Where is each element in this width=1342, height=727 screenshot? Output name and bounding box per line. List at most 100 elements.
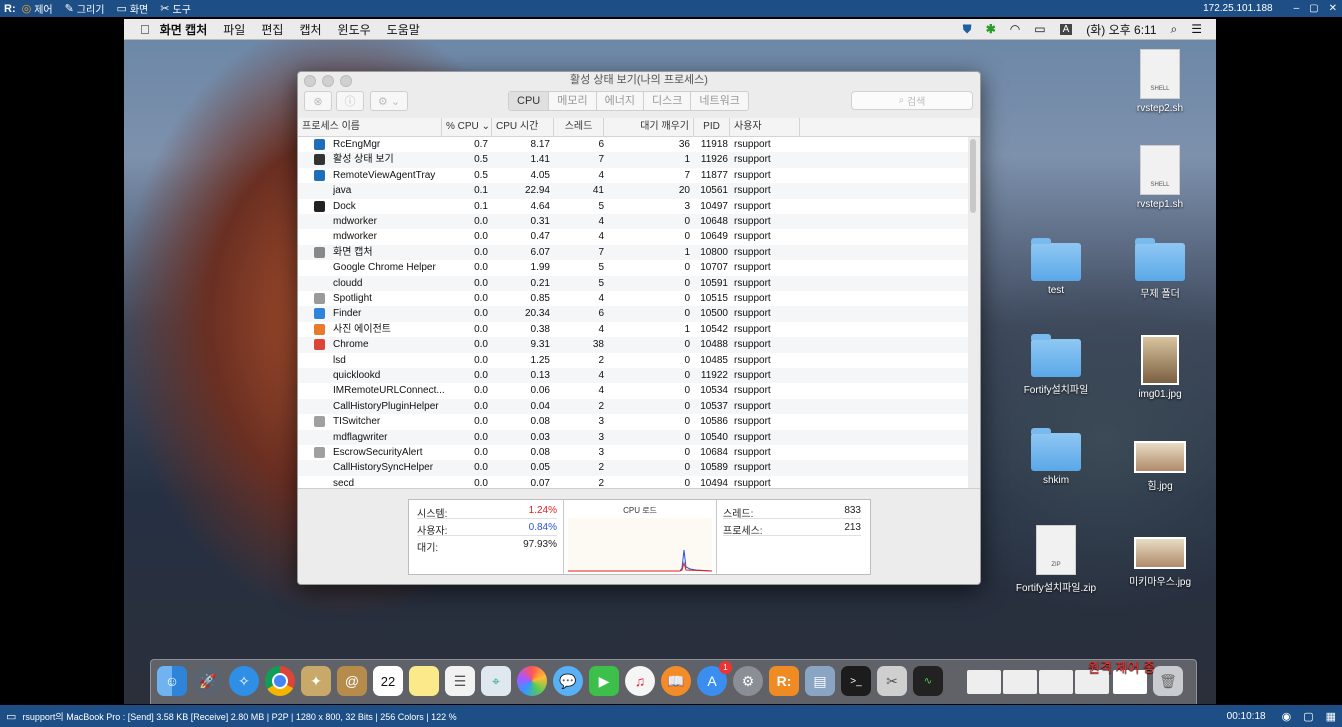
maximize-button[interactable]: ▢ [1309, 3, 1318, 14]
tab-energy[interactable]: 에너지 [595, 92, 643, 110]
zoom-traffic-light[interactable] [340, 75, 352, 87]
list-icon[interactable]: ☰ [1191, 22, 1202, 36]
table-row[interactable]: TISwitcher 0.0 0.08 3 0 10586 rsupport [298, 414, 968, 429]
screenshot-icon[interactable]: ✂ [877, 666, 907, 696]
table-row[interactable]: EscrowSecurityAlert 0.0 0.08 3 0 10684 rsuppor… [298, 445, 968, 460]
desktop-folder-fortify[interactable]: Fortify설치파일 [1011, 334, 1101, 396]
toolbar-draw-button[interactable]: ✎ 그리기 [65, 1, 105, 16]
minimize-button[interactable]: – [1294, 3, 1300, 14]
calendar-icon[interactable]: 22 [373, 666, 403, 696]
tab-cpu[interactable]: CPU [509, 92, 549, 110]
minimize-traffic-light[interactable] [322, 75, 334, 87]
desktop-file-fortify-zip[interactable]: ZIP Fortify설치파일.zip [1011, 525, 1101, 594]
table-row[interactable]: RemoteViewAgentTray 0.5 4.05 4 7 11877 rsuppor… [298, 168, 968, 183]
menu-edit[interactable]: 편집 [261, 21, 283, 38]
activity-monitor-icon[interactable]: ∿ [913, 666, 943, 696]
info-button[interactable]: ⓘ [336, 91, 364, 111]
scrollbar[interactable] [970, 139, 976, 213]
remote-screen[interactable]:  화면 캡처 파일 편집 캡처 윈도우 도움말 ⛊ ✱ ◠ ▭ A (화) 오… [124, 19, 1216, 704]
camera-icon[interactable]: ◉ [1282, 710, 1292, 723]
minimized-window-icon[interactable] [1003, 670, 1037, 694]
stop-process-button[interactable]: ⊗ [304, 91, 332, 111]
close-traffic-light[interactable] [304, 75, 316, 87]
tab-memory[interactable]: 메모리 [548, 92, 595, 110]
wifi-icon[interactable]: ◠ [1010, 22, 1020, 36]
reminders-icon[interactable]: ☰ [445, 666, 475, 696]
battery-icon[interactable]: ▭ [1034, 22, 1045, 36]
messages-icon[interactable]: 💬 [553, 666, 583, 696]
table-row[interactable]: RcEngMgr 0.7 8.17 6 36 11918 rsupport [298, 137, 968, 152]
system-preferences-icon[interactable]: ⚙ [733, 666, 763, 696]
asterisk-icon[interactable]: ✱ [986, 22, 996, 36]
table-row[interactable]: mdworker 0.0 0.31 4 0 10648 rsupport [298, 214, 968, 230]
column-process-name[interactable]: 프로세스 이름 [298, 118, 442, 136]
table-row[interactable]: mdworker 0.0 0.47 4 0 10649 rsupport [298, 229, 968, 244]
desktop-image-img01[interactable]: img01.jpg [1115, 335, 1205, 400]
column-cpu[interactable]: % CPU ⌄ [442, 118, 492, 136]
column-cpu-time[interactable]: CPU 시간 [492, 118, 554, 136]
desktop-image-him[interactable]: 힘.jpg [1115, 441, 1205, 492]
window-icon[interactable]: ▢ [1303, 710, 1313, 723]
finder-icon[interactable]: ☺ [157, 666, 187, 696]
column-pid[interactable]: PID [694, 118, 730, 136]
desktop-image-mickey[interactable]: 미키마우스.jpg [1115, 537, 1205, 588]
table-row[interactable]: IMRemoteURLConnect... 0.0 0.06 4 0 10534 rsupp… [298, 383, 968, 398]
terminal-icon[interactable]: >_ [841, 666, 871, 696]
table-row[interactable]: secd 0.0 0.07 2 0 10494 rsupport [298, 476, 968, 488]
column-idle-wakeups[interactable]: 대기 깨우기 [604, 118, 694, 136]
contacts-icon[interactable]: @ [337, 666, 367, 696]
tab-disk[interactable]: 디스크 [642, 92, 690, 110]
table-row[interactable]: Finder 0.0 20.34 6 0 10500 rsupport [298, 306, 968, 322]
facetime-icon[interactable]: ▶ [589, 666, 619, 696]
desktop-folder-shkim[interactable]: shkim [1011, 428, 1101, 486]
notes-icon[interactable] [409, 666, 439, 696]
minimized-window-icon[interactable] [1039, 670, 1073, 694]
desktop-folder-test[interactable]: test [1011, 238, 1101, 296]
table-row[interactable]: CallHistorySyncHelper 0.0 0.05 2 0 10589 rsupp… [298, 460, 968, 476]
table-row[interactable]: java 0.1 22.94 41 20 10561 rsupport [298, 183, 968, 199]
safari-icon[interactable]: ✧ [229, 666, 259, 696]
table-row[interactable]: cloudd 0.0 0.21 5 0 10591 rsupport [298, 275, 968, 291]
menu-window[interactable]: 윈도우 [338, 21, 371, 38]
table-row[interactable]: Google Chrome Helper 0.0 1.99 5 0 10707 rsuppo… [298, 260, 968, 275]
maps-icon[interactable]: ⌖ [481, 666, 511, 696]
itunes-icon[interactable]: ♫ [625, 666, 655, 696]
table-row[interactable]: Chrome 0.0 9.31 38 0 10488 rsupport [298, 337, 968, 353]
tab-network[interactable]: 네트워크 [690, 92, 747, 110]
table-row[interactable]: Dock 0.1 4.64 5 3 10497 rsupport [298, 199, 968, 214]
table-row[interactable]: Spotlight 0.0 0.85 4 0 10515 rsupport [298, 291, 968, 306]
minimized-window-icon[interactable] [967, 670, 1001, 694]
photos-icon[interactable] [517, 666, 547, 696]
desktop-folder-untitled[interactable]: 무제 폴더 [1115, 238, 1205, 300]
apple-icon[interactable]:  [140, 22, 150, 37]
chrome-icon[interactable] [265, 666, 295, 696]
menu-app[interactable]: 화면 캡처 [160, 21, 208, 38]
image-capture-icon[interactable]: ▤ [805, 666, 835, 696]
toolbar-control-button[interactable]: ◎ 제어 [22, 1, 53, 16]
table-row[interactable]: 화면 캡처 0.0 6.07 7 1 10800 rsupport [298, 244, 968, 261]
search-input[interactable]: ⌕ 검색 [851, 91, 973, 110]
column-user[interactable]: 사용자 [730, 118, 800, 136]
menu-capture[interactable]: 캡처 [299, 21, 321, 38]
column-threads[interactable]: 스레드 [554, 118, 604, 136]
table-row[interactable]: quicklookd 0.0 0.13 4 0 11922 rsupport [298, 368, 968, 384]
preview-icon[interactable]: ✦ [301, 666, 331, 696]
input-source-icon[interactable]: A [1059, 23, 1073, 35]
desktop-file-rvstep1[interactable]: SHELL rvstep1.sh [1115, 145, 1205, 210]
app-store-icon[interactable]: A1 [697, 661, 732, 696]
close-button[interactable]: ✕ [1329, 3, 1337, 14]
spotlight-icon[interactable]: ⌕ [1171, 22, 1178, 37]
table-row[interactable]: 사진 에이전트 0.0 0.38 4 1 10542 rsupport [298, 322, 968, 337]
table-row[interactable]: CallHistoryPluginHelper 0.0 0.04 2 0 10537 rsu… [298, 398, 968, 415]
toolbar-screen-button[interactable]: ▭ 화면 [116, 1, 148, 16]
ibooks-icon[interactable]: 📖 [661, 666, 691, 696]
grid-icon[interactable]: ▦ [1326, 710, 1336, 723]
table-row[interactable]: mdflagwriter 0.0 0.03 3 0 10540 rsupport [298, 429, 968, 445]
action-menu-button[interactable]: ⚙ ⌄ [370, 91, 408, 111]
toolbar-tools-button[interactable]: ✂ 도구 [160, 1, 191, 16]
menu-help[interactable]: 도움말 [387, 21, 420, 38]
launchpad-icon[interactable]: 🚀 [193, 666, 223, 696]
shield-icon[interactable]: ⛊ [963, 22, 972, 37]
menubar-clock[interactable]: (화) 오후 6:11 [1086, 21, 1156, 38]
table-row[interactable]: lsd 0.0 1.25 2 0 10485 rsupport [298, 353, 968, 368]
